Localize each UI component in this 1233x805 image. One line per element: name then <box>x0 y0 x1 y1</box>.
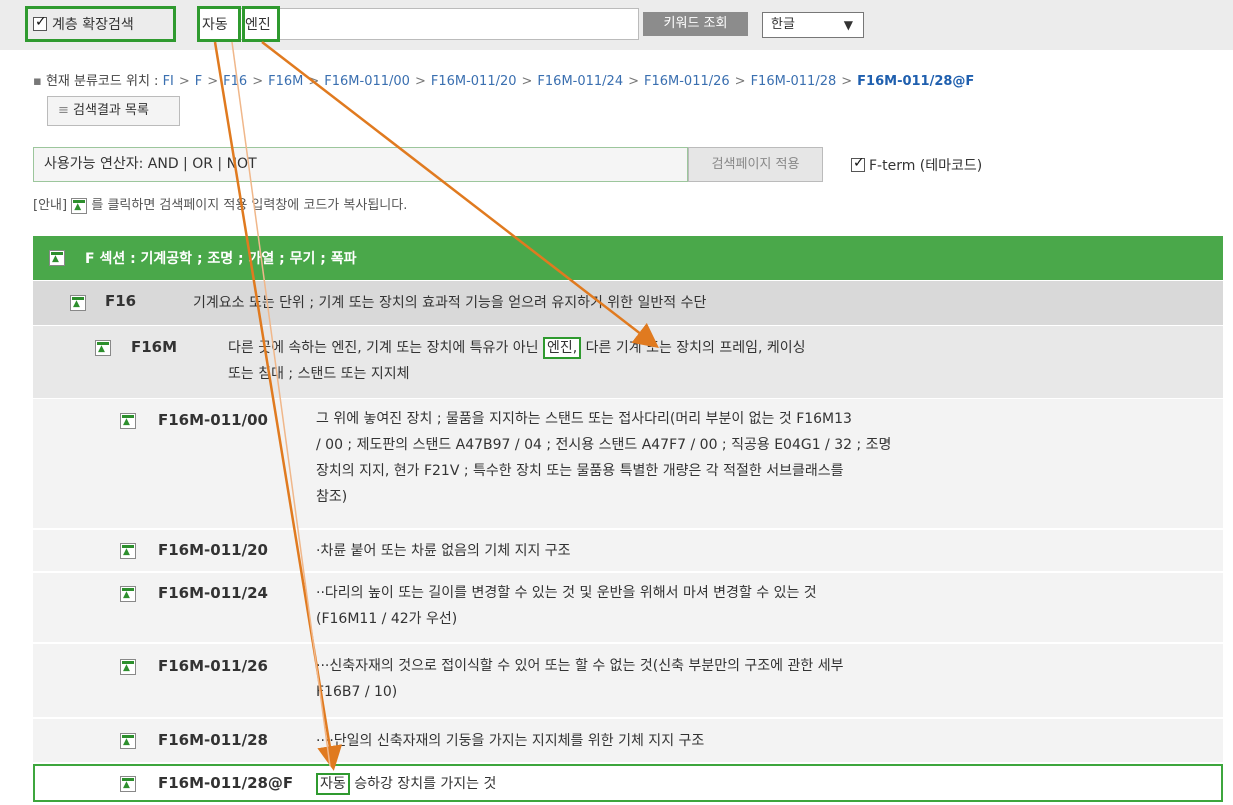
notice: [안내] 를 클릭하면 검색페이지 적용 입력창에 코드가 복사됩니다. <box>33 194 407 214</box>
table-row: F16M-011/24 ··다리의 높이 또는 길이를 변경할 수 있는 것 및… <box>33 573 1223 643</box>
crumb-link[interactable]: F16M-011/20 <box>431 74 517 89</box>
copy-code-icon[interactable] <box>70 295 86 311</box>
language-select[interactable]: 한글 ▼ <box>762 12 864 38</box>
copy-code-icon <box>71 197 88 214</box>
crumb-current: F16M-011/28@F <box>857 74 975 89</box>
chevron-down-icon: ▼ <box>843 18 853 32</box>
class-code[interactable]: F16M-011/28@F <box>158 774 293 792</box>
table-row: F16 기계요소 또는 단위 ; 기계 또는 장치의 효과적 기능을 얻으려 유… <box>33 281 1223 325</box>
result-list-button[interactable]: ≡ 검색결과 목록 <box>47 96 180 126</box>
result-list-label: 검색결과 목록 <box>73 103 149 118</box>
location-label: 현재 분류코드 위치 : <box>45 74 159 89</box>
bullet-icon: ▪ <box>33 74 46 89</box>
class-code[interactable]: F16M-011/28 <box>158 731 268 749</box>
copy-code-icon[interactable] <box>120 733 136 749</box>
crumb-link[interactable]: F16M-011/00 <box>324 74 410 89</box>
apply-to-search-button[interactable]: 검색페이지 적용 <box>688 147 823 182</box>
table-row: F16M-011/26 ···신축자재의 것으로 접이식할 수 있어 또는 할 … <box>33 644 1223 718</box>
desc-text: 또는 침대 ; 스탠드 또는 지지체 <box>228 366 410 382</box>
list-icon: ≡ <box>58 103 69 118</box>
copy-code-icon[interactable] <box>120 659 136 675</box>
desc-text: (F16M11 / 42가 우선) <box>316 611 458 627</box>
section-row-f: F 섹션 : 기계공학 ; 조명 ; 가열 ; 무기 ; 폭파 <box>33 236 1223 280</box>
keyword-search-button[interactable]: 키워드 조회 <box>643 12 748 36</box>
desc-text: ··다리의 높이 또는 길이를 변경할 수 있는 것 및 운반을 위해서 마셔 … <box>316 585 817 601</box>
copy-code-icon[interactable] <box>49 250 65 266</box>
query-token-auto: 자동 <box>202 17 228 33</box>
breadcrumb: FI > F > F16 > F16M > F16M-011/00 > F16M-011/20 > F1… <box>162 74 975 89</box>
query-token-engine: 엔진 <box>245 17 271 33</box>
copy-code-icon[interactable] <box>120 543 136 559</box>
desc-text: 참조) <box>316 489 348 505</box>
language-select-value: 한글 <box>771 17 795 32</box>
copy-code-icon[interactable] <box>95 340 111 356</box>
class-code[interactable]: F16M-011/20 <box>158 541 268 559</box>
class-description: ·차륜 붙어 또는 차륜 없음의 기체 지지 구조 <box>316 543 571 559</box>
desc-text: / 00 ; 제도판의 스탠드 A47B97 / 04 ; 전시용 스탠드 A4… <box>316 437 892 453</box>
crumb-link[interactable]: F16M-011/24 <box>537 74 623 89</box>
fterm-label: F-term (테마코드) <box>869 158 983 174</box>
highlight-engine: 엔진, <box>542 337 582 359</box>
class-description: ····단일의 신축자재의 기둥을 가지는 지지체를 위한 기체 지지 구조 <box>316 733 705 749</box>
class-description: ···신축자재의 것으로 접이식할 수 있어 또는 할 수 없는 것(신축 부분… <box>316 653 843 705</box>
code-apply-input[interactable]: 사용가능 연산자: AND | OR | NOT <box>33 147 688 182</box>
table-row: F16M-011/28 ····단일의 신축자재의 기둥을 가지는 지지체를 위… <box>33 719 1223 763</box>
notice-text: 를 클릭하면 검색페이지 적용 입력창에 코드가 복사됩니다. <box>91 198 408 213</box>
class-description: 그 위에 놓여진 장치 ; 물품을 지지하는 스탠드 또는 접사다리(머리 부분… <box>316 406 891 510</box>
class-code[interactable]: F16M-011/24 <box>158 584 268 602</box>
class-code[interactable]: F16M-011/00 <box>158 411 268 429</box>
crumb-link[interactable]: F16 <box>223 74 247 89</box>
class-description: 기계요소 또는 단위 ; 기계 또는 장치의 효과적 기능을 얻으려 유지하기 … <box>193 295 707 311</box>
fterm-checkbox[interactable] <box>851 155 865 172</box>
copy-code-icon[interactable] <box>120 776 136 792</box>
table-row: F16M 다른 곳에 속하는 엔진, 기계 또는 장치에 특유가 아닌 엔진, … <box>33 326 1223 398</box>
section-title: F 섹션 : 기계공학 ; 조명 ; 가열 ; 무기 ; 폭파 <box>85 251 357 267</box>
class-code[interactable]: F16M-011/26 <box>158 657 268 675</box>
crumb-link[interactable]: FI <box>163 74 174 89</box>
desc-text: 다른 곳에 속하는 엔진, 기계 또는 장치에 특유가 아닌 <box>228 340 543 356</box>
hierarchy-checkbox-label: 계층 확장검색 <box>52 17 134 33</box>
highlight-auto: 자동 <box>316 773 350 795</box>
operators-hint: 사용가능 연산자: AND | OR | NOT <box>44 156 257 172</box>
crumb-link[interactable]: F16M-011/26 <box>644 74 730 89</box>
crumb-link[interactable]: F16M-011/28 <box>751 74 837 89</box>
copy-code-icon[interactable] <box>120 413 136 429</box>
desc-text: 다른 기계 또는 장치의 프레임, 케이싱 <box>581 340 806 356</box>
class-code[interactable]: F16 <box>105 292 136 310</box>
notice-prefix: [안내] <box>33 198 68 213</box>
desc-text: 승하강 장치를 가지는 것 <box>354 776 497 792</box>
desc-text: F16B7 / 10) <box>316 684 398 700</box>
desc-text: 그 위에 놓여진 장치 ; 물품을 지지하는 스탠드 또는 접사다리(머리 부분… <box>316 411 852 427</box>
hierarchy-checkbox[interactable] <box>33 14 47 31</box>
table-row-selected: F16M-011/28@F 자동 승하강 장치를 가지는 것 <box>33 764 1223 802</box>
desc-text: 장치의 지지, 현가 F21V ; 특수한 장치 또는 물품용 특별한 개량은 … <box>316 463 844 479</box>
table-row: F16M-011/20 ·차륜 붙어 또는 차륜 없음의 기체 지지 구조 <box>33 530 1223 572</box>
table-row: F16M-011/00 그 위에 놓여진 장치 ; 물품을 지지하는 스탠드 또… <box>33 399 1223 529</box>
crumb-link[interactable]: F16M <box>268 74 303 89</box>
class-description: 자동 승하강 장치를 가지는 것 <box>316 771 496 797</box>
class-description: ··다리의 높이 또는 길이를 변경할 수 있는 것 및 운반을 위해서 마셔 … <box>316 580 817 632</box>
classification-path: ▪ 현재 분류코드 위치 : FI > F > F16 > F16M > F16M-011/00… <box>33 70 974 89</box>
desc-text: ···신축자재의 것으로 접이식할 수 있어 또는 할 수 없는 것(신축 부분… <box>316 658 844 674</box>
class-code[interactable]: F16M <box>131 338 177 356</box>
copy-code-icon[interactable] <box>120 586 136 602</box>
class-description: 다른 곳에 속하는 엔진, 기계 또는 장치에 특유가 아닌 엔진, 다른 기계… <box>228 335 806 387</box>
